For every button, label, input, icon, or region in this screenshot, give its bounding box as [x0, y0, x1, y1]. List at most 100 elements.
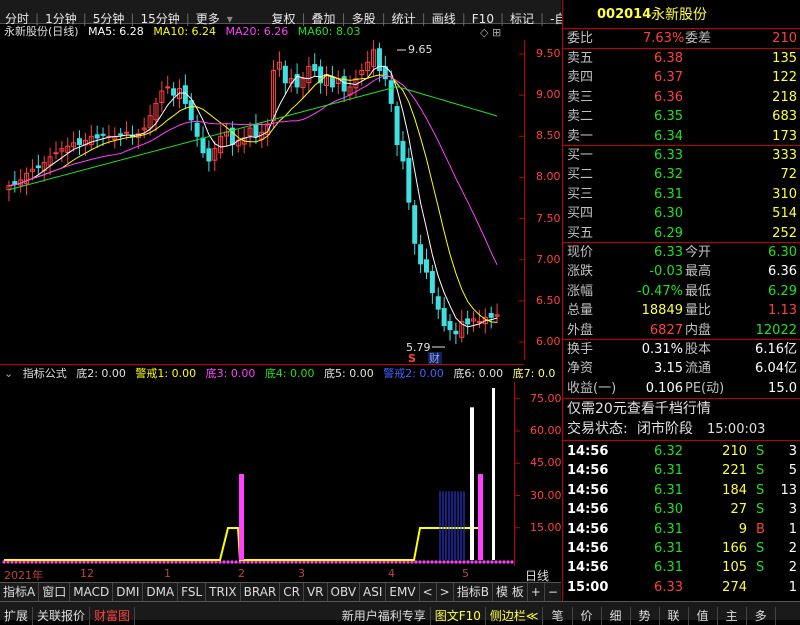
expand-button[interactable]: 扩展 — [0, 607, 34, 625]
draw-line-button[interactable]: 画线 — [427, 8, 461, 31]
new-user-benefit-link[interactable]: 新用户福利专享 — [338, 607, 431, 625]
stat-value: 6.04亿 — [755, 361, 797, 377]
tab-detail[interactable]: 细 — [602, 607, 631, 625]
chart-options-icon[interactable]: ◇ ⊞ — [480, 26, 501, 39]
mark-button[interactable]: 标记 — [505, 8, 539, 31]
baseline-dot — [434, 560, 438, 564]
signal-bar — [239, 474, 244, 560]
ask-row[interactable]: 卖三 6.36 218 — [563, 88, 800, 107]
bid-row[interactable]: 买一 6.33 333 — [563, 146, 800, 165]
f10-text-button[interactable]: 图文F10 — [431, 607, 486, 625]
tick-price: 6.31 — [654, 560, 683, 576]
price-axis-divider — [524, 40, 525, 360]
baseline-dot — [486, 560, 490, 564]
bid-row[interactable]: 买三 6.31 310 — [563, 185, 800, 204]
tab-brar[interactable]: BRAR — [241, 583, 281, 601]
tab-template[interactable]: 模 板 — [493, 583, 528, 601]
promo-row[interactable]: 仅需20元查看千档行情 — [563, 400, 800, 420]
baseline-dot — [478, 560, 482, 564]
candle-body — [124, 131, 130, 134]
baseline-dot — [506, 560, 510, 564]
stat-row: 现价 6.33 今开 6.30 — [563, 243, 800, 262]
baseline-dot — [474, 560, 478, 564]
stat-label: 收益(一) — [567, 380, 617, 396]
bottom-bar: 扩展 关联报价 财富图 新用户福利专享 图文F10 侧边栏≪ 笔价细势联值主多 — [0, 601, 800, 625]
ask-row[interactable]: 卖四 6.37 122 — [563, 68, 800, 87]
price-tick-label: 7.00 — [536, 252, 561, 266]
baseline-dot — [466, 560, 470, 564]
stat-value: 6.16亿 — [755, 342, 797, 357]
candle-body — [194, 122, 200, 137]
stat-label: 量比 — [685, 303, 712, 319]
tab-indicator-b[interactable]: 指标B — [454, 583, 493, 601]
stat-label: 内盘 — [685, 322, 712, 338]
tab-next-button[interactable]: > — [437, 583, 454, 601]
baseline-dot — [462, 560, 466, 564]
ask-label: 卖三 — [567, 89, 594, 105]
tab-indicator-a[interactable]: 指标A — [0, 583, 40, 601]
related-quotes-button[interactable]: 关联报价 — [33, 607, 91, 625]
tick-time: 14:56 — [567, 560, 609, 576]
remove-pane-button[interactable]: − — [545, 583, 561, 601]
tick-side: B — [756, 521, 765, 537]
tick-count: 1 — [788, 579, 797, 595]
tick-count: 2 — [788, 541, 797, 556]
tab-vr[interactable]: VR — [304, 583, 328, 601]
tab-asi[interactable]: ASI — [360, 583, 387, 601]
tab-trix[interactable]: TRIX — [206, 583, 241, 601]
high-price-annotation: 9.65 — [408, 43, 433, 56]
baseline-dot — [494, 560, 498, 564]
wealth-chart-button[interactable]: 财富图 — [90, 607, 136, 625]
tab-multi[interactable]: 多 — [747, 607, 776, 625]
candle-body — [488, 313, 494, 318]
tab-obv[interactable]: OBV — [328, 583, 361, 601]
tab-macd[interactable]: MACD — [70, 583, 114, 601]
tab-window[interactable]: 窗口 — [39, 583, 71, 601]
sidebar-toggle-button[interactable]: 侧边栏≪ — [486, 607, 544, 625]
ask-price: 6.38 — [654, 51, 683, 66]
candle-body — [418, 244, 424, 265]
ask-row[interactable]: 卖二 6.35 683 — [563, 107, 800, 126]
ask-row[interactable]: 卖一 6.34 173 — [563, 127, 800, 146]
candlestick-chart[interactable]: 9.655.79S财 — [0, 40, 561, 366]
ask-label: 卖二 — [567, 109, 594, 125]
stat-value: 15.0 — [768, 380, 797, 396]
tick-side: S — [756, 502, 765, 518]
candle-body — [206, 148, 212, 162]
tab-fsl[interactable]: FSL — [178, 583, 207, 601]
bid-row[interactable]: 买五 6.29 252 — [563, 224, 800, 243]
tab-price[interactable]: 价 — [573, 607, 602, 625]
promo-text[interactable]: 仅需20元查看千档行情 — [567, 400, 711, 419]
indicator-tick-label: 15.00 — [530, 520, 562, 534]
indicator-formula-label[interactable]: 指标公式 — [23, 367, 67, 380]
baseline-dot — [498, 560, 502, 564]
tab-link[interactable]: 联 — [660, 607, 689, 625]
tick-time: 14:56 — [567, 444, 609, 459]
tick-volume: 210 — [722, 444, 747, 459]
bid-row[interactable]: 买四 6.30 514 — [563, 204, 800, 223]
tab-prev-button[interactable]: < — [420, 583, 437, 601]
tab-ticks[interactable]: 笔 — [543, 607, 573, 625]
stat-value: 6827 — [649, 322, 683, 338]
tick-time: 14:56 — [567, 521, 609, 537]
tab-dma[interactable]: DMA — [143, 583, 179, 601]
ask-label: 卖一 — [567, 128, 594, 144]
candle-body — [12, 181, 18, 185]
tab-trend[interactable]: 势 — [631, 607, 660, 625]
tab-main[interactable]: 主 — [718, 607, 747, 625]
chevron-down-icon[interactable]: ⌄ — [4, 367, 13, 380]
indicator-chart[interactable] — [0, 382, 561, 566]
tick-time: 14:56 — [567, 463, 609, 479]
tab-emv[interactable]: EMV — [386, 583, 420, 601]
tick-row: 14:56 6.30 27 S 3 — [563, 500, 800, 519]
tab-value[interactable]: 值 — [689, 607, 718, 625]
bid-label: 买四 — [567, 206, 594, 222]
tab-cr[interactable]: CR — [280, 583, 304, 601]
add-pane-button[interactable]: + — [528, 583, 545, 601]
stat-row: 涨跌 -0.03 最高 6.36 — [563, 262, 800, 281]
ask-price: 6.35 — [654, 109, 683, 125]
tab-dmi[interactable]: DMI — [113, 583, 144, 601]
ask-row[interactable]: 卖五 6.38 135 — [563, 49, 800, 68]
stats-button[interactable]: 统计 — [387, 8, 421, 31]
bid-row[interactable]: 买二 6.32 72 — [563, 165, 800, 184]
